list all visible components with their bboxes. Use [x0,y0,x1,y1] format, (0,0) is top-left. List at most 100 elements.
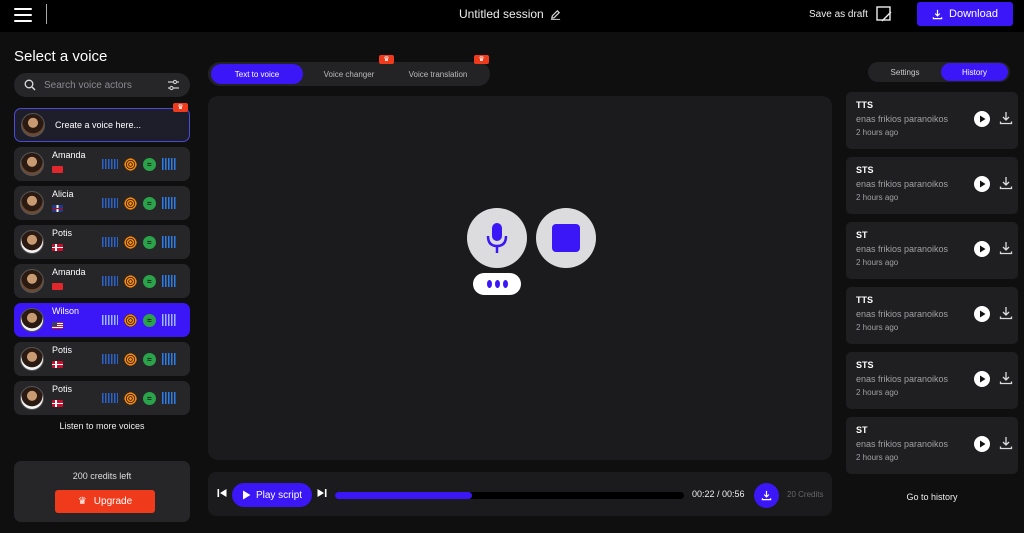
play-icon [979,245,985,253]
download-icon [761,490,772,501]
voice-tags: ≈ [102,313,176,327]
edit-icon[interactable] [550,9,561,20]
voice-item[interactable]: Amanda ≈ [14,147,190,181]
voice-item[interactable]: Wilson ≈ [14,303,190,337]
script-player: Play script 00:22 / 00:56 20 Credits [208,472,832,516]
voice-meta: Alicia [52,189,94,217]
right-tabs: Settings History [868,62,1010,82]
waveform-icon [102,276,118,286]
create-voice-item[interactable]: Create a voice here... ♛ [14,103,190,142]
soundwave-icon [162,236,176,248]
voice-name: Potis [52,384,73,394]
menu-icon[interactable] [14,8,32,22]
disc-icon [124,235,137,249]
history-item: STS enas frikios paranoikos 2 hours ago [846,352,1018,409]
credits-panel: 200 credits left ♛ Upgrade [14,461,190,522]
voice-name: Potis [52,228,73,238]
voice-style-icon: ≈ [143,196,156,210]
flag-icon [52,283,63,290]
header-divider [46,4,47,24]
play-button[interactable] [974,436,990,452]
recording-indicator-button[interactable] [473,273,521,295]
voice-style-icon: ≈ [143,235,156,249]
play-button[interactable] [974,176,990,192]
stop-button[interactable] [536,208,596,268]
upgrade-label: Upgrade [93,496,133,507]
voice-name: Alicia [52,189,74,199]
download-icon[interactable] [999,241,1013,255]
play-script-label: Play script [255,489,303,501]
tab-settings[interactable]: Settings [870,63,940,81]
avatar [21,113,45,137]
voice-tags: ≈ [102,196,176,210]
voice-meta: Wilson [52,306,94,334]
download-icon[interactable] [999,176,1013,190]
listen-more-voices-link[interactable]: Listen to more voices [14,421,190,431]
mic-icon [486,223,508,253]
history-text: enas frikios paranoikos [856,244,949,254]
history-type: STS [856,165,874,175]
draft-icon[interactable] [875,5,893,23]
tab-voice-translation[interactable]: Voice translation [394,64,482,84]
voice-tags: ≈ [102,352,176,366]
voice-tags: ≈ [102,157,176,171]
voice-item[interactable]: Potis ≈ [14,342,190,376]
skip-back-icon[interactable] [217,488,227,498]
voice-item[interactable]: Alicia ≈ [14,186,190,220]
go-to-history-link[interactable]: Go to history [846,492,1018,502]
search-icon [24,79,36,91]
flag-icon [52,361,63,368]
play-button[interactable] [974,241,990,257]
voice-item[interactable]: Potis ≈ [14,381,190,415]
voice-meta: Potis [52,384,94,412]
soundwave-icon [162,314,176,326]
avatar [20,308,44,332]
history-type: TTS [856,100,873,110]
tab-text-to-voice[interactable]: Text to voice [211,64,303,84]
search-input[interactable] [44,79,159,91]
mic-button[interactable] [467,208,527,268]
download-icon[interactable] [999,371,1013,385]
avatar [20,269,44,293]
session-title[interactable]: Untitled session [459,7,561,21]
filter-icon[interactable] [167,79,180,91]
upgrade-button[interactable]: ♛ Upgrade [55,490,155,513]
download-icon[interactable] [999,111,1013,125]
select-voice-title: Select a voice [14,48,108,65]
audio-download-button[interactable] [754,483,779,508]
disc-icon [124,313,137,327]
history-type: STS [856,360,874,370]
voice-item[interactable]: Potis ≈ [14,225,190,259]
create-voice-label: Create a voice here... [55,120,142,130]
play-button[interactable] [974,371,990,387]
voice-item[interactable]: Amanda ≈ [14,264,190,298]
skip-forward-icon[interactable] [317,488,327,498]
voice-name: Amanda [52,150,86,160]
play-icon [242,490,251,500]
save-draft-button[interactable]: Save as draft [809,9,868,20]
time-readout: 00:22 / 00:56 [692,489,745,499]
play-icon [979,180,985,188]
history-text: enas frikios paranoikos [856,439,949,449]
voice-style-icon: ≈ [143,274,156,288]
disc-icon [124,391,137,405]
download-button[interactable]: Download [917,2,1013,26]
disc-icon [124,157,137,171]
voice-meta: Potis [52,345,94,373]
download-icon[interactable] [999,436,1013,450]
tab-history[interactable]: History [941,63,1008,81]
flag-icon [52,166,63,173]
download-icon[interactable] [999,306,1013,320]
progress-track[interactable] [335,492,684,499]
play-script-button[interactable]: Play script [232,483,312,507]
voice-search[interactable] [14,73,190,97]
history-time: 2 hours ago [856,388,899,397]
crown-icon: ♛ [173,103,188,112]
play-icon [979,375,985,383]
play-button[interactable] [974,111,990,127]
tab-voice-changer[interactable]: Voice changer [306,64,392,84]
play-button[interactable] [974,306,990,322]
soundwave-icon [162,275,176,287]
history-time: 2 hours ago [856,258,899,267]
soundwave-icon [162,197,176,209]
